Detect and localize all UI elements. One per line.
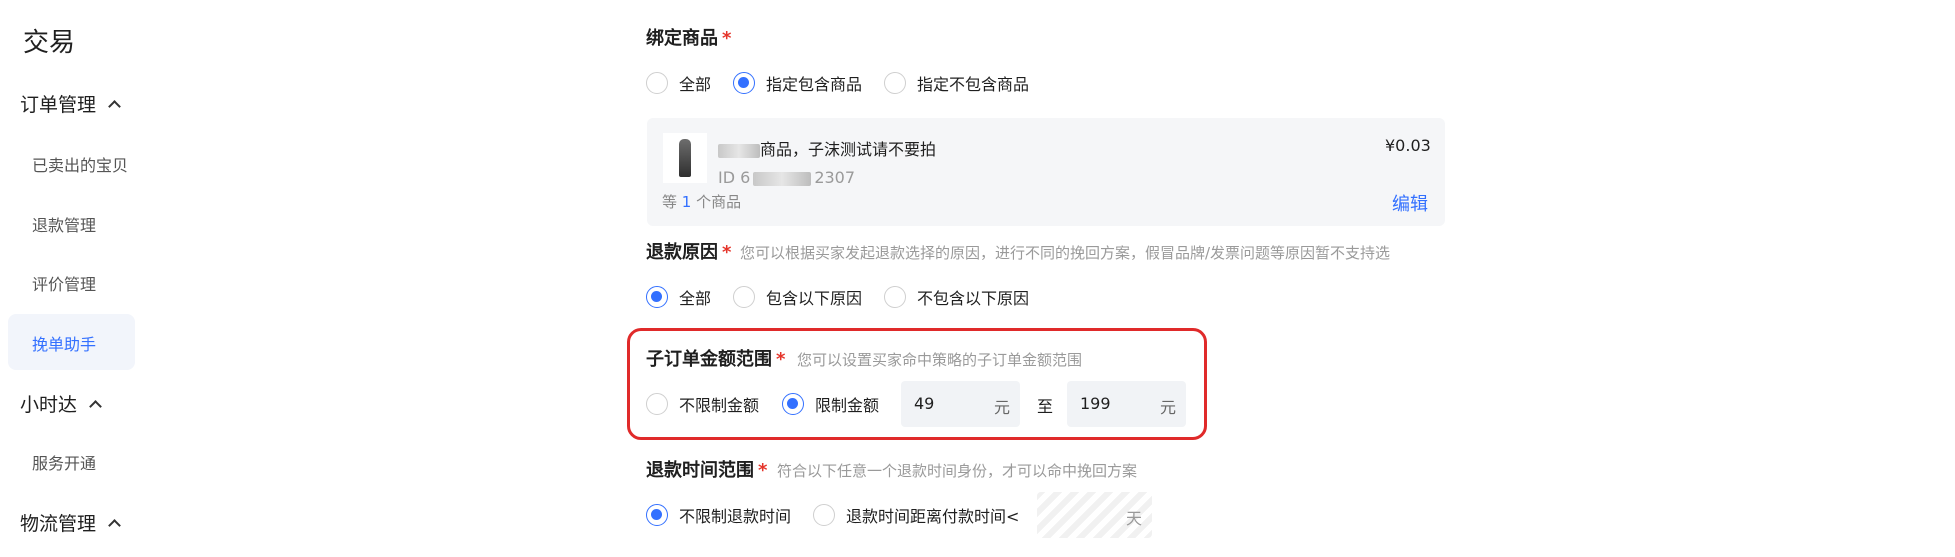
amount-range-hint: 您可以设置买家命中策略的子订单金额范围 xyxy=(797,351,1083,369)
radio-circle-selected xyxy=(646,504,668,526)
chevron-up-icon xyxy=(108,100,121,113)
radio-reason-include[interactable]: 包含以下原因 xyxy=(733,285,862,309)
required-star: * xyxy=(758,460,768,481)
product-count: 等 1 个商品 xyxy=(662,193,742,211)
radio-circle-selected xyxy=(782,393,804,415)
radio-circle xyxy=(884,72,906,94)
required-star: * xyxy=(722,28,732,49)
sidebar-group-label: 订单管理 xyxy=(20,94,97,116)
radio-amount-limited[interactable]: 限制金额 xyxy=(782,392,879,416)
sidebar-group-label: 小时达 xyxy=(20,394,78,416)
radio-reason-all[interactable]: 全部 xyxy=(646,285,711,309)
radio-circle xyxy=(646,72,668,94)
sidebar-group-hourly-delivery[interactable]: 小时达 xyxy=(20,390,102,417)
radio-amount-unlimited[interactable]: 不限制金额 xyxy=(646,392,759,416)
radio-product-exclude[interactable]: 指定不包含商品 xyxy=(884,71,1029,95)
sidebar-item-service-activation[interactable]: 服务开通 xyxy=(32,450,96,474)
sidebar-item-review-management[interactable]: 评价管理 xyxy=(32,271,96,295)
radio-circle-selected xyxy=(646,286,668,308)
radio-product-include[interactable]: 指定包含商品 xyxy=(733,71,862,95)
refund-time-label: 退款时间范围 * xyxy=(646,460,768,481)
sidebar-group-logistics[interactable]: 物流管理 xyxy=(20,509,121,536)
max-amount-input[interactable]: 199 元 xyxy=(1067,381,1186,427)
product-name: 商品，子沫测试请不要拍 xyxy=(718,136,936,160)
bind-product-label: 绑定商品 * xyxy=(646,28,732,49)
range-to-label: 至 xyxy=(1037,397,1054,416)
sidebar-group-order-management[interactable]: 订单管理 xyxy=(20,90,121,117)
radio-time-limited[interactable]: 退款时间距离付款时间< xyxy=(813,503,1019,527)
refund-reason-label: 退款原因 * xyxy=(646,242,732,263)
min-amount-input[interactable]: 49 元 xyxy=(901,381,1020,427)
redacted-text xyxy=(753,171,812,186)
redacted-text xyxy=(718,143,760,158)
product-id: ID 6 2307 xyxy=(718,168,856,187)
product-thumbnail xyxy=(663,133,707,183)
sidebar-item-order-retention[interactable]: 挽单助手 xyxy=(32,331,96,355)
sidebar: 交易 订单管理 已卖出的宝贝 退款管理 评价管理 挽单助手 小时达 服务开通 物… xyxy=(0,0,150,557)
radio-circle xyxy=(646,393,668,415)
required-star: * xyxy=(722,242,732,263)
product-price: ¥0.03 xyxy=(1385,136,1431,155)
radio-circle xyxy=(884,286,906,308)
sidebar-title: 交易 xyxy=(23,28,76,58)
chevron-up-icon xyxy=(89,400,102,413)
radio-circle xyxy=(733,286,755,308)
radio-product-all[interactable]: 全部 xyxy=(646,71,711,95)
radio-circle xyxy=(813,504,835,526)
sidebar-item-sold-items[interactable]: 已卖出的宝贝 xyxy=(32,152,128,176)
amount-range-label: 子订单金额范围 * xyxy=(646,349,786,370)
refund-days-input[interactable]: 天 xyxy=(1037,492,1152,538)
sidebar-item-refund-management[interactable]: 退款管理 xyxy=(32,212,96,236)
refund-reason-hint: 您可以根据买家发起退款选择的原因，进行不同的挽回方案，假冒品牌/发票问题等原因暂… xyxy=(740,244,1391,262)
required-star: * xyxy=(776,349,786,370)
radio-reason-exclude[interactable]: 不包含以下原因 xyxy=(884,285,1029,309)
chevron-up-icon xyxy=(108,519,121,532)
sidebar-group-label: 物流管理 xyxy=(20,513,97,535)
refund-time-hint: 符合以下任意一个退款时间身份，才可以命中挽回方案 xyxy=(777,462,1138,480)
edit-product-link[interactable]: 编辑 xyxy=(1392,190,1428,216)
radio-time-unlimited[interactable]: 不限制退款时间 xyxy=(646,503,791,527)
radio-circle-selected xyxy=(733,72,755,94)
